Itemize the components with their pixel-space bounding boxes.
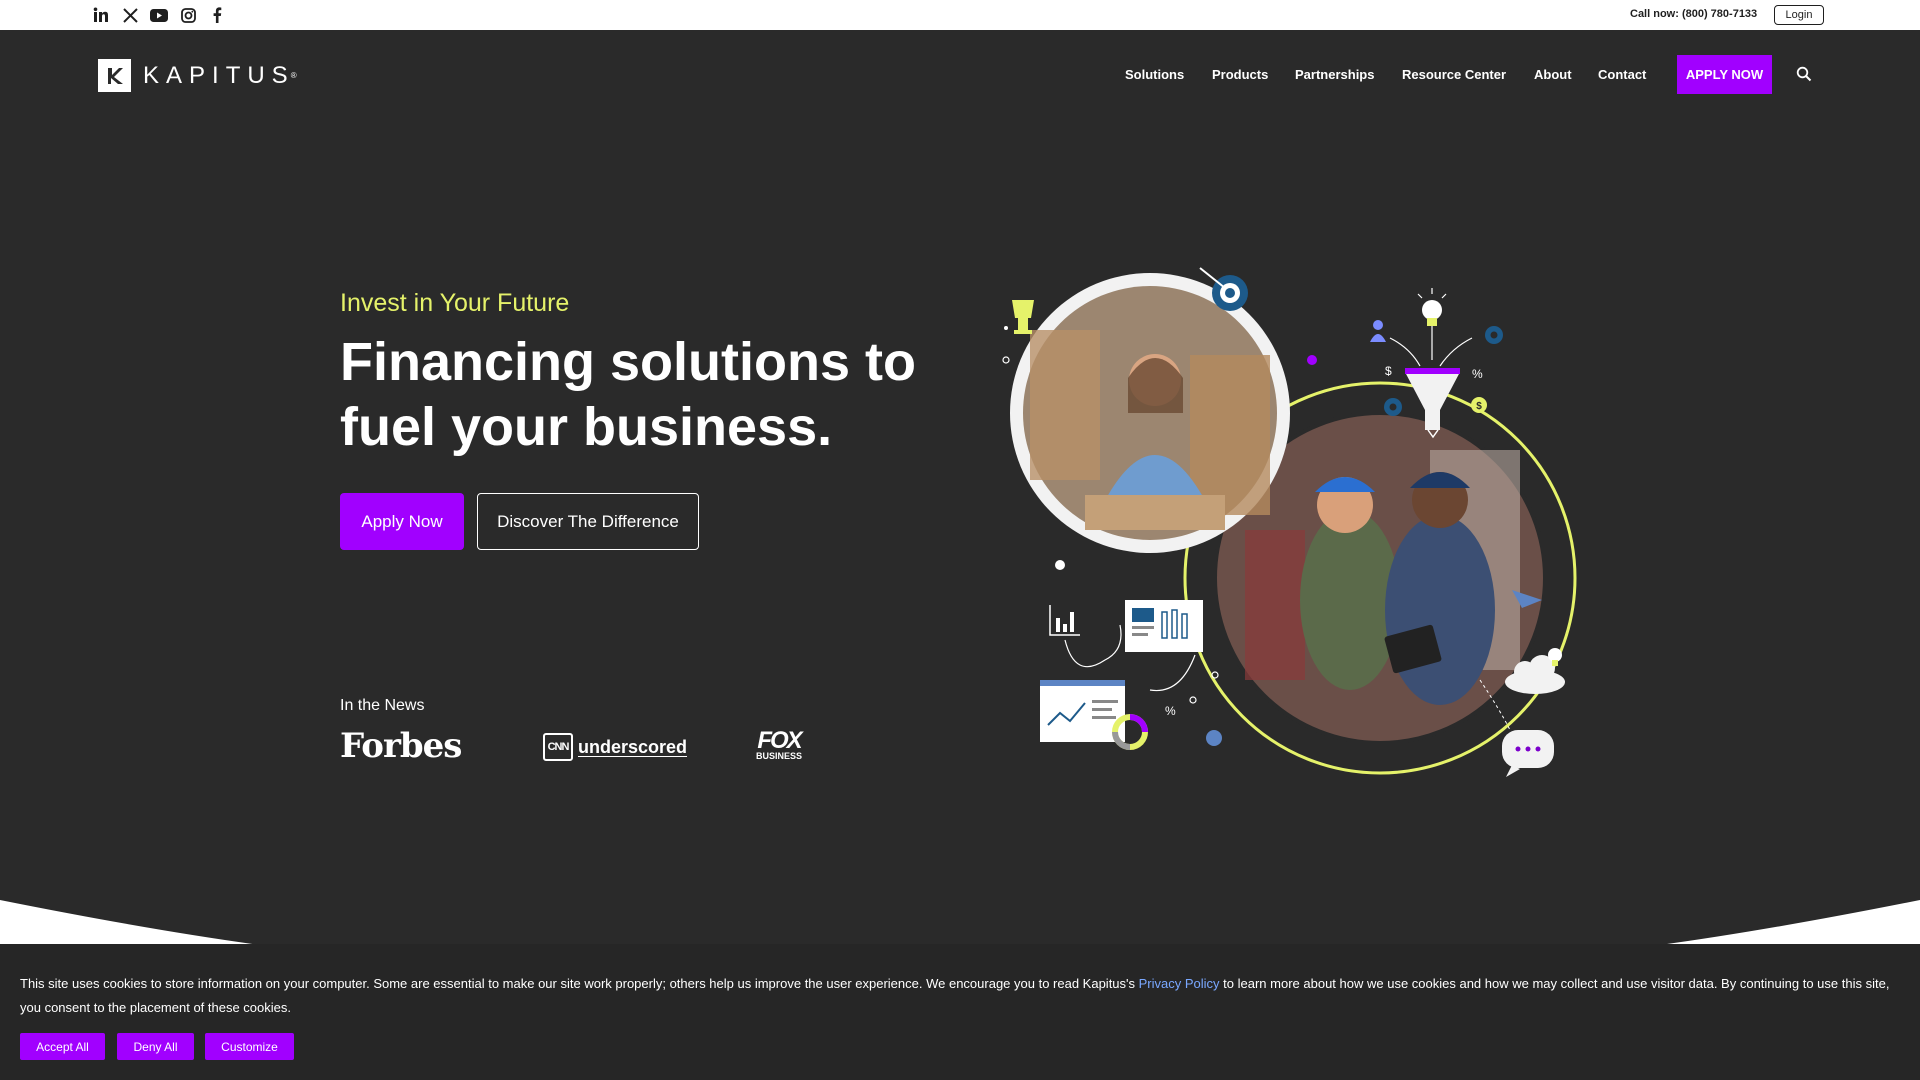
svg-text:$: $: [1476, 401, 1482, 412]
bar-chart-icon: [1049, 605, 1080, 636]
nav-solutions[interactable]: Solutions: [1125, 67, 1184, 82]
linkedin-icon[interactable]: [91, 6, 111, 24]
deny-all-button[interactable]: Deny All: [117, 1033, 194, 1060]
cookie-text-before: This site uses cookies to store informat…: [20, 976, 1139, 991]
privacy-policy-link[interactable]: Privacy Policy: [1139, 976, 1220, 991]
top-utility-bar: Call now: (800) 780-7133 Login: [0, 0, 1920, 30]
customize-button[interactable]: Customize: [205, 1033, 294, 1060]
fox-logo-main: FOX: [757, 727, 802, 754]
nav-about[interactable]: About: [1534, 67, 1572, 82]
youtube-icon[interactable]: [149, 6, 169, 24]
discover-difference-button[interactable]: Discover The Difference: [477, 493, 699, 550]
hero-headline: Financing solutions to fuel your busines…: [340, 332, 916, 457]
cnn-badge: CNN: [543, 733, 573, 761]
logo-text: KAPITUS: [143, 61, 295, 89]
nav-products[interactable]: Products: [1212, 67, 1268, 82]
kapitus-logo[interactable]: KAPITUS ®: [98, 59, 297, 92]
cnn-underscored-logo[interactable]: CNN underscored: [543, 733, 687, 761]
dashboard-card-icon: [1125, 600, 1203, 652]
nav-partnerships[interactable]: Partnerships: [1295, 67, 1374, 82]
call-now-text[interactable]: Call now: (800) 780-7133: [1630, 8, 1757, 20]
chat-bubble-icon: [1502, 730, 1554, 777]
forbes-logo[interactable]: Forbes: [340, 726, 462, 766]
nav-resource-center[interactable]: Resource Center: [1402, 67, 1506, 82]
nav-contact[interactable]: Contact: [1598, 67, 1646, 82]
x-icon[interactable]: [120, 6, 140, 24]
in-the-news-label: In the News: [340, 697, 425, 714]
logo-mark-icon: [98, 59, 131, 92]
cnn-underscored-text: underscored: [578, 736, 688, 757]
section-divider-curve: [0, 900, 1920, 945]
svg-text:$: $: [1385, 364, 1392, 378]
cookie-message: This site uses cookies to store informat…: [20, 972, 1900, 1020]
accept-all-button[interactable]: Accept All: [20, 1033, 105, 1060]
instagram-icon[interactable]: [178, 6, 198, 24]
logo-registered-mark: ®: [290, 71, 297, 80]
hero-illustration: $ $ % %: [1002, 267, 1577, 777]
svg-text:%: %: [1165, 704, 1176, 718]
person-icon: [1373, 320, 1383, 330]
svg-text:%: %: [1472, 367, 1483, 381]
facebook-icon[interactable]: [207, 6, 227, 24]
hero-eyebrow: Invest in Your Future: [340, 289, 570, 317]
cookie-banner: This site uses cookies to store informat…: [0, 944, 1920, 1080]
login-button[interactable]: Login: [1774, 5, 1824, 25]
apply-now-nav-button[interactable]: APPLY NOW: [1677, 55, 1772, 94]
trophy-icon: [1012, 300, 1034, 318]
fox-business-logo[interactable]: FOX BUSINESS: [748, 729, 810, 761]
fox-logo-sub: BUSINESS: [755, 751, 802, 761]
lightbulb-icon: [1422, 300, 1442, 320]
apply-now-button[interactable]: Apply Now: [340, 493, 464, 550]
search-icon[interactable]: [1796, 66, 1814, 84]
